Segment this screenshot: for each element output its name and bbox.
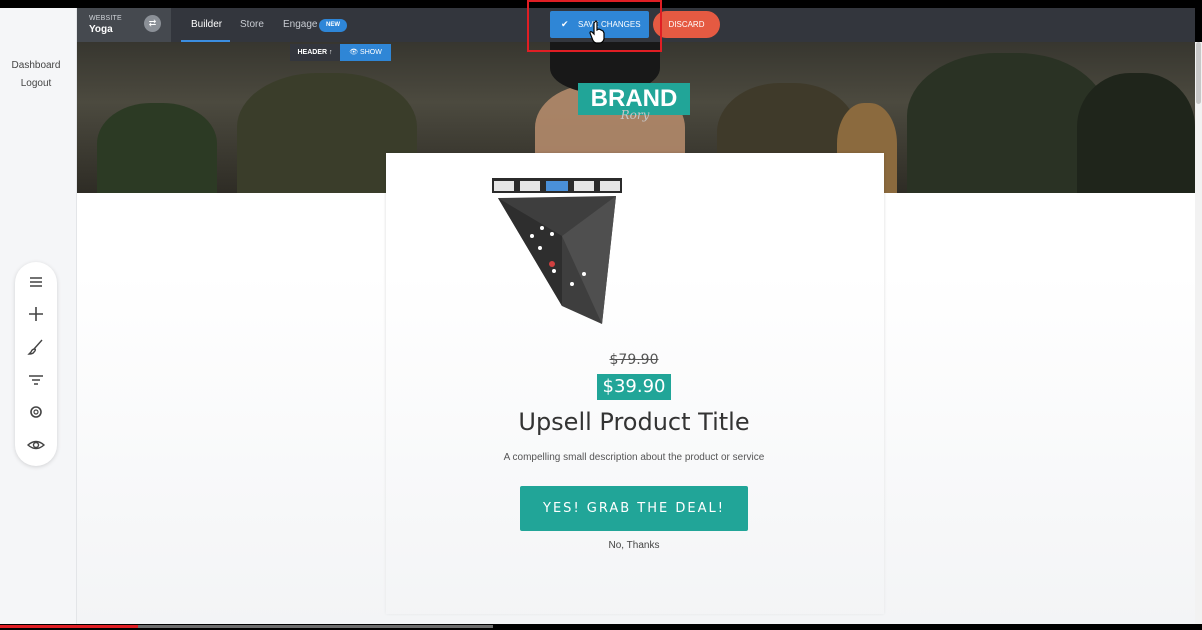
product-image-block [600, 181, 620, 191]
product-image-block [494, 181, 514, 191]
scrollbar-thumb[interactable] [1196, 42, 1201, 104]
gear-icon[interactable] [26, 402, 46, 422]
brand-script: Rory [620, 108, 650, 122]
grab-deal-button[interactable]: YES! GRAB THE DEAL! [520, 486, 748, 531]
header-label: HEADER [297, 49, 328, 56]
product-image-block [574, 181, 594, 191]
logout-link[interactable]: Logout [0, 78, 72, 89]
no-thanks-link[interactable]: No, Thanks [520, 540, 748, 551]
product-image [492, 178, 622, 324]
show-label: SHOW [360, 49, 382, 56]
website-switcher[interactable]: WEBSITE Yoga ⇄ [77, 8, 171, 42]
product-image-dot [530, 234, 534, 238]
website-label: WEBSITE [89, 15, 122, 22]
product-image-dot [550, 232, 554, 236]
product-title: Upsell Product Title [518, 408, 750, 436]
tree-shape [97, 103, 217, 193]
filter-icon[interactable] [26, 370, 46, 390]
brush-icon[interactable] [26, 337, 46, 357]
tab-builder[interactable]: Builder [191, 19, 222, 30]
eye-icon: 👁 [349, 49, 359, 56]
product-image-block [520, 181, 540, 191]
plus-icon[interactable] [26, 304, 46, 324]
video-progress-fill [0, 625, 139, 628]
show-button[interactable]: 👁 SHOW [340, 44, 391, 61]
tree-shape [1077, 73, 1195, 193]
scrollbar-track[interactable] [1195, 42, 1202, 624]
product-image-dot [552, 269, 556, 273]
eye-icon[interactable] [26, 435, 46, 455]
swap-icon[interactable]: ⇄ [144, 15, 161, 32]
product-description: A compelling small description about the… [503, 452, 765, 463]
new-badge: NEW [319, 19, 347, 32]
header-toggle[interactable]: HEADER ↑ [290, 44, 340, 61]
hand-cursor-icon [589, 20, 605, 44]
old-price: $79.90 [609, 352, 659, 368]
floating-toolbar [15, 262, 57, 466]
page-canvas: BRAND Rory [77, 42, 1195, 624]
website-name: Yoga [89, 24, 113, 35]
dashboard-link[interactable]: Dashboard [0, 60, 72, 71]
product-image-dot [540, 226, 544, 230]
product-image-dot [538, 246, 542, 250]
tab-engage[interactable]: Engage [283, 19, 317, 30]
discard-button[interactable]: DISCARD [653, 11, 720, 38]
product-image-dot [570, 282, 574, 286]
product-image-dot [549, 261, 555, 267]
new-price: $39.90 [597, 374, 671, 400]
product-image-dot [582, 272, 586, 276]
tab-store[interactable]: Store [240, 19, 264, 30]
product-image-block [546, 181, 568, 191]
menu-icon[interactable] [26, 272, 46, 292]
